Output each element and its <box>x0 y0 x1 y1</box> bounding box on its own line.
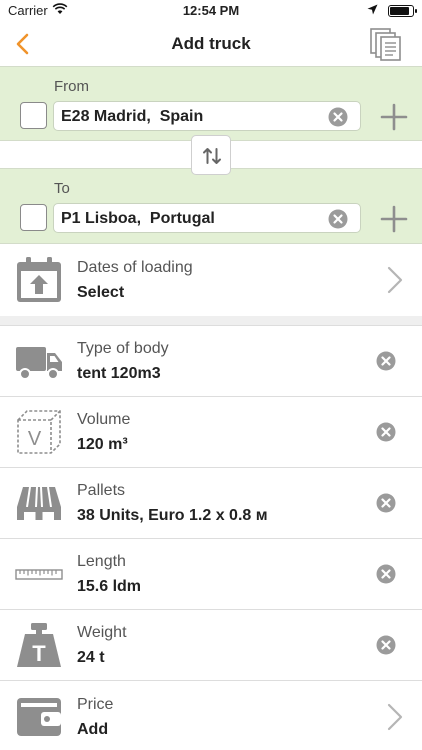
ruler-icon <box>15 569 63 580</box>
clear-icon[interactable] <box>376 351 396 371</box>
row-label: Dates of loading <box>77 259 193 276</box>
row-label: Length <box>77 553 126 570</box>
pallet-icon <box>17 486 61 520</box>
clear-icon[interactable] <box>328 209 348 229</box>
from-field[interactable]: E28 Madrid, Spain <box>53 101 361 131</box>
length-row[interactable]: Length 15.6 ldm <box>0 539 422 610</box>
swap-arrows-icon <box>203 148 221 164</box>
chevron-right-icon <box>387 266 403 294</box>
from-label: From <box>54 78 89 95</box>
volume-cube-icon: V <box>17 410 61 454</box>
to-label: To <box>54 180 70 197</box>
row-label: Pallets <box>77 482 126 499</box>
clear-icon[interactable] <box>376 422 396 442</box>
volume-row[interactable]: V Volume 120 m³ <box>0 397 422 468</box>
dates-of-loading-row[interactable]: Dates of loading Select <box>0 244 422 316</box>
add-from-plus-icon[interactable] <box>380 103 408 131</box>
to-field[interactable]: P1 Lisboa, Portugal <box>53 203 361 233</box>
battery-icon <box>388 5 417 17</box>
row-label: Volume <box>77 411 131 428</box>
to-section: To P1 Lisboa, Portugal <box>0 168 422 244</box>
page-title: Add truck <box>171 34 251 53</box>
clear-icon[interactable] <box>376 493 396 513</box>
to-checkbox[interactable] <box>20 204 47 231</box>
row-value: 15.6 ldm <box>77 578 142 595</box>
from-section: From E28 Madrid, Spain <box>0 66 422 141</box>
section-separator <box>0 316 422 326</box>
to-value: P1 Lisboa, Portugal <box>61 210 215 227</box>
from-checkbox[interactable] <box>20 102 47 129</box>
price-row[interactable]: Price Add <box>0 681 422 750</box>
row-label: Price <box>77 696 114 713</box>
swap-button[interactable] <box>191 135 231 175</box>
add-to-plus-icon[interactable] <box>380 205 408 233</box>
row-value: Add <box>77 721 109 738</box>
clear-icon[interactable] <box>376 635 396 655</box>
row-label: Type of body <box>77 340 169 357</box>
weight-row[interactable]: T Weight 24 t <box>0 610 422 681</box>
row-value: Select <box>77 284 125 301</box>
row-value: 38 Units, Euro 1.2 x 0.8 м <box>77 507 268 524</box>
wallet-icon <box>17 698 61 736</box>
nav-bar: Add truck <box>0 22 422 66</box>
chevron-right-icon <box>387 703 403 731</box>
truck-icon <box>16 347 62 380</box>
battery-level <box>390 7 409 15</box>
row-label: Weight <box>77 624 127 641</box>
clear-icon[interactable] <box>376 564 396 584</box>
row-value: tent 120m3 <box>77 365 161 382</box>
location-arrow-icon <box>367 4 378 15</box>
row-value: 24 t <box>77 649 105 666</box>
calendar-upload-icon <box>17 257 61 302</box>
weight-icon: T <box>17 623 61 667</box>
volume-icon-letter: V <box>28 428 42 450</box>
weight-icon-letter: T <box>32 641 46 666</box>
documents-icon[interactable] <box>368 26 404 62</box>
status-bar: Carrier 12:54 PM <box>0 0 422 22</box>
type-of-body-row[interactable]: Type of body tent 120m3 <box>0 326 422 397</box>
row-value: 120 m³ <box>77 436 128 453</box>
from-value: E28 Madrid, Spain <box>61 108 204 125</box>
clear-icon[interactable] <box>328 107 348 127</box>
clock: 12:54 PM <box>182 3 240 18</box>
pallets-row[interactable]: Pallets 38 Units, Euro 1.2 x 0.8 м <box>0 468 422 539</box>
